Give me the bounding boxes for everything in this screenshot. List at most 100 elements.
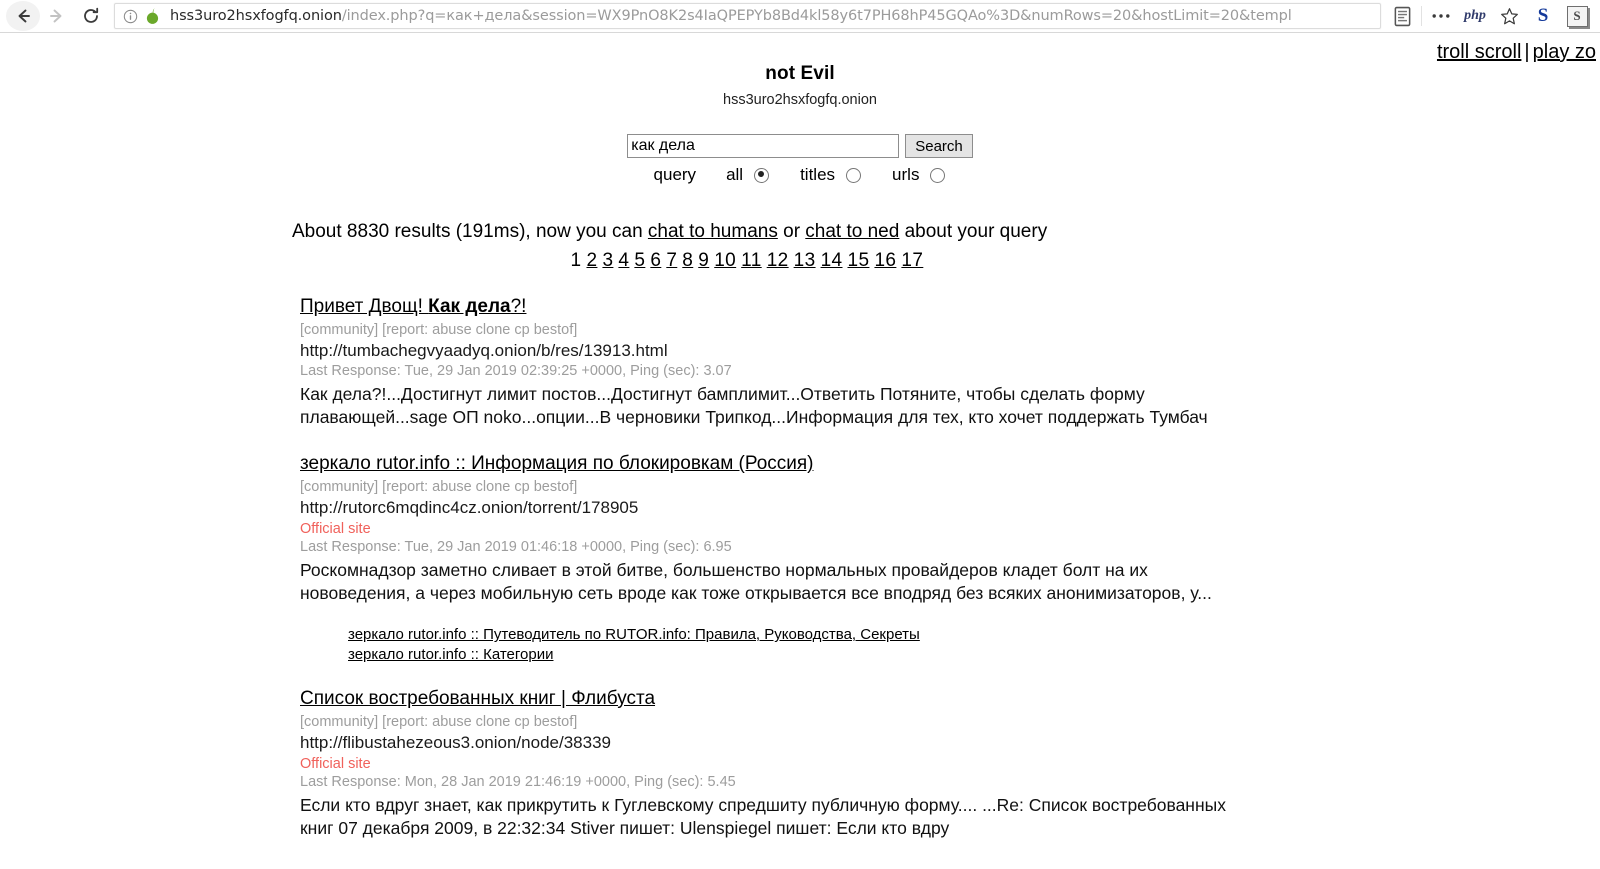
reader-view-button[interactable]	[1385, 1, 1419, 31]
troll-scroll-link[interactable]: troll scroll	[1437, 41, 1521, 63]
search-result: Список востребованных книг | Флибуста [co…	[300, 688, 1600, 840]
result-snippet: Роскомнадзор заметно сливает в этой битв…	[300, 560, 1212, 604]
result-title-link[interactable]: зеркало rutor.info :: Информация по блок…	[300, 453, 814, 475]
result-url: http://flibustahezeous3.onion/node/38339	[300, 732, 611, 752]
page-current: 1	[570, 250, 582, 271]
navigation-buttons	[6, 1, 108, 31]
result-title-text-after: ?!	[510, 296, 527, 317]
page-link-12[interactable]: 12	[767, 250, 789, 271]
reload-icon	[84, 7, 99, 23]
reload-button[interactable]	[74, 1, 108, 31]
result-sublink[interactable]: зеркало rutor.info :: Категории	[348, 645, 1600, 664]
result-tags: [community] [report: abuse clone cp best…	[300, 322, 578, 338]
result-last-response: Last Response: Mon, 28 Jan 2019 21:46:19…	[300, 773, 736, 790]
page-link-10[interactable]: 10	[714, 250, 736, 271]
scope-option-titles-label: titles	[800, 165, 836, 184]
result-title-text: зеркало rutor.info :: Информация по блок…	[300, 453, 814, 475]
result-last-response: Last Response: Tue, 29 Jan 2019 01:46:18…	[300, 539, 732, 556]
search-result: Привет Двощ! Как дела?! [community] [repo…	[300, 296, 1600, 429]
result-url: http://rutorc6mqdinc4cz.onion/torrent/17…	[300, 498, 639, 518]
page-link-6[interactable]: 6	[650, 250, 661, 271]
site-info-icon[interactable]	[121, 7, 139, 25]
result-title-link[interactable]: Привет Двощ! Как дела?!	[300, 296, 526, 318]
chrome-toolbar: php S S	[1385, 0, 1594, 33]
onion-icon	[142, 6, 162, 26]
results-summary-middle: or	[777, 221, 806, 242]
page-link-3[interactable]: 3	[602, 250, 613, 271]
result-title-text: Список востребованных книг | Флибуста	[300, 687, 656, 709]
results-summary-suffix: about your query	[899, 221, 1048, 242]
page-link-4[interactable]: 4	[618, 250, 629, 271]
overflow-menu-button[interactable]	[1424, 1, 1458, 31]
toolbar-divider	[1421, 6, 1422, 26]
page-link-2[interactable]: 2	[586, 250, 597, 271]
page-link-15[interactable]: 15	[848, 250, 870, 271]
page-link-7[interactable]: 7	[666, 250, 677, 271]
result-sublinks: зеркало rutor.info :: Путеводитель по RU…	[300, 625, 1600, 663]
results-summary-prefix: About 8830 results (191ms), now you can	[292, 221, 648, 242]
back-arrow-icon	[18, 9, 30, 23]
page-link-9[interactable]: 9	[698, 250, 709, 271]
search-input[interactable]	[627, 134, 900, 158]
scope-radio-all[interactable]	[754, 167, 770, 183]
back-button[interactable]	[6, 1, 40, 31]
result-sublink[interactable]: зеркало rutor.info :: Путеводитель по RU…	[348, 625, 1600, 644]
scope-radio-titles[interactable]	[846, 167, 862, 183]
browser-chrome: hss3uro2hsxfogfq.onion/index.php?q=как+д…	[0, 0, 1600, 33]
search-button[interactable]: Search	[905, 134, 973, 158]
results-summary: About 8830 results (191ms), now you can …	[292, 221, 1600, 243]
result-tags: [community] [report: abuse clone cp best…	[300, 479, 578, 496]
search-row: Search	[0, 134, 1600, 158]
scope-option-urls-label: urls	[892, 165, 920, 184]
result-tags: [community] [report: abuse clone cp best…	[300, 713, 578, 730]
scope-label: query	[653, 165, 697, 184]
result-url: http://tumbachegvyaadyq.onion/b/res/1391…	[300, 341, 668, 360]
result-list: Привет Двощ! Как дела?! [community] [repo…	[300, 296, 1600, 840]
extension-s-box-label: S	[1566, 5, 1588, 27]
result-snippet: Если кто вдруг знает, как прикрутить к Г…	[300, 794, 1226, 838]
result-title-highlight: Как дела	[428, 296, 511, 317]
site-header: not Evil hss3uro2hsxfogfq.onion	[0, 33, 1600, 108]
page-links: 2 3 4 5 6 7 8 9 10 11 12 13 14 15 16 17	[584, 250, 926, 271]
ellipsis-icon	[1432, 14, 1450, 18]
url-text: hss3uro2hsxfogfq.onion/index.php?q=как+д…	[170, 8, 1292, 24]
page-link-14[interactable]: 14	[821, 250, 843, 271]
chat-to-humans-link[interactable]: chat to humans	[648, 221, 778, 242]
page-link-17[interactable]: 17	[901, 250, 923, 271]
php-label: php	[1464, 8, 1486, 23]
page-link-8[interactable]: 8	[682, 250, 693, 271]
extension-s-label: S	[1537, 5, 1549, 26]
page-link-5[interactable]: 5	[634, 250, 645, 271]
search-result: зеркало rutor.info :: Информация по блок…	[300, 453, 1600, 664]
url-bar[interactable]: hss3uro2hsxfogfq.onion/index.php?q=как+д…	[114, 3, 1381, 29]
reader-view-icon	[1394, 6, 1410, 26]
site-subtitle: hss3uro2hsxfogfq.onion	[723, 92, 877, 108]
page-link-13[interactable]: 13	[794, 250, 816, 271]
chat-to-ned-link[interactable]: chat to ned	[805, 221, 899, 242]
forward-button[interactable]	[40, 1, 74, 31]
extension-s-button[interactable]: S	[1526, 1, 1560, 31]
result-official-badge: Official site	[300, 521, 371, 538]
result-snippet: Как дела?!...Достигнут лимит постов...До…	[300, 384, 1208, 428]
extension-s-box-button[interactable]: S	[1560, 1, 1594, 31]
result-official-badge: Official site	[300, 755, 371, 772]
search-area: Search query all titles urls	[0, 134, 1600, 185]
page-link-11[interactable]: 11	[741, 250, 762, 271]
result-title-link[interactable]: Список востребованных книг | Флибуста	[300, 688, 655, 710]
bookmark-button[interactable]	[1492, 1, 1526, 31]
result-last-response: Last Response: Tue, 29 Jan 2019 02:39:25…	[300, 363, 732, 379]
forward-arrow-icon	[50, 9, 62, 23]
top-links-separator: |	[1524, 41, 1530, 63]
result-title-text: Привет Двощ!	[300, 296, 429, 317]
info-circle-icon	[123, 9, 137, 23]
php-extension-button[interactable]: php	[1458, 1, 1492, 31]
play-zone-link[interactable]: play zo	[1533, 41, 1596, 63]
star-icon	[1500, 7, 1518, 24]
page-link-16[interactable]: 16	[874, 250, 896, 271]
search-scope-row: query all titles urls	[0, 165, 1600, 185]
pagination: 1 2 3 4 5 6 7 8 9 10 11 12 13 14 15 16 17	[568, 250, 1600, 272]
url-path: /index.php?q=как+дела&session=WX9PnO8K2s…	[341, 8, 1292, 24]
scope-radio-urls[interactable]	[930, 167, 946, 183]
url-host: hss3uro2hsxfogfq.onion	[170, 8, 342, 24]
results-area: About 8830 results (191ms), now you can …	[0, 221, 1600, 840]
